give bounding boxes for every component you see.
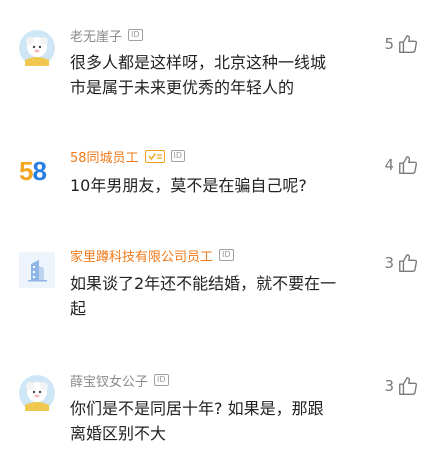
like-button[interactable]: 3 [384,252,419,274]
thumbs-up-icon [399,254,418,272]
id-badge: ID [170,150,186,162]
comment-text: 你们是不是同居十年? 如果是，那跟 离婚区别不大 [70,396,360,446]
user-avatar[interactable] [19,30,55,66]
comment-text-line: 10年男朋友，莫不是在骗自己呢? [70,176,307,195]
thumbs-up-icon [399,35,418,53]
like-button[interactable]: 3 [384,375,419,397]
thumbs-up-icon [399,156,418,174]
like-count: 3 [384,377,394,395]
building-icon [19,252,55,288]
sheep-avatar-icon [19,375,55,411]
username[interactable]: 老无崖子 [70,26,122,45]
id-badge: ID [219,249,234,261]
sheep-avatar-icon [19,30,55,66]
like-count: 4 [384,156,394,174]
like-button[interactable]: 5 [384,33,419,55]
like-count: 5 [384,35,394,53]
comment-text-line: 市是属于未来更优秀的年轻人的 [70,78,295,97]
comment-text-line: 离婚区别不大 [70,424,167,443]
user-avatar[interactable] [19,252,55,288]
user-avatar[interactable] [19,375,55,411]
username[interactable]: 薛宝钗女公子 [70,371,148,390]
logo-58-icon: 58 [19,155,47,186]
thumbs-up-icon [399,377,418,395]
comment-text-line: 起 [70,299,87,318]
username[interactable]: 58同城员工 [70,147,139,166]
comment-header: 薛宝钗女公子 ID [70,370,169,390]
verified-icon [144,149,165,163]
comment-text-line: 如果谈了2年还不能结婚，就不要在一 [70,274,337,293]
comment-text: 如果谈了2年还不能结婚，就不要在一 起 [70,271,360,321]
username[interactable]: 家里蹲科技有限公司员工 [70,246,213,265]
user-avatar[interactable]: 58 [19,153,55,189]
comment-header: 家里蹲科技有限公司员工 ID [70,245,234,265]
comment-text-line: 你们是不是同居十年? 如果是，那跟 [70,399,324,418]
comment-header: 58同城员工 ID [70,146,186,166]
like-count: 3 [384,254,394,272]
comment-text: 很多人都是这样呀，北京这种一线城 市是属于未来更优秀的年轻人的 [70,50,360,100]
id-badge: ID [128,29,143,41]
comment-header: 老无崖子 ID [70,25,143,45]
comment-text: 10年男朋友，莫不是在骗自己呢? [70,173,360,198]
comment-text-line: 很多人都是这样呀，北京这种一线城 [70,53,327,72]
like-button[interactable]: 4 [384,154,419,176]
id-badge: ID [154,374,169,386]
